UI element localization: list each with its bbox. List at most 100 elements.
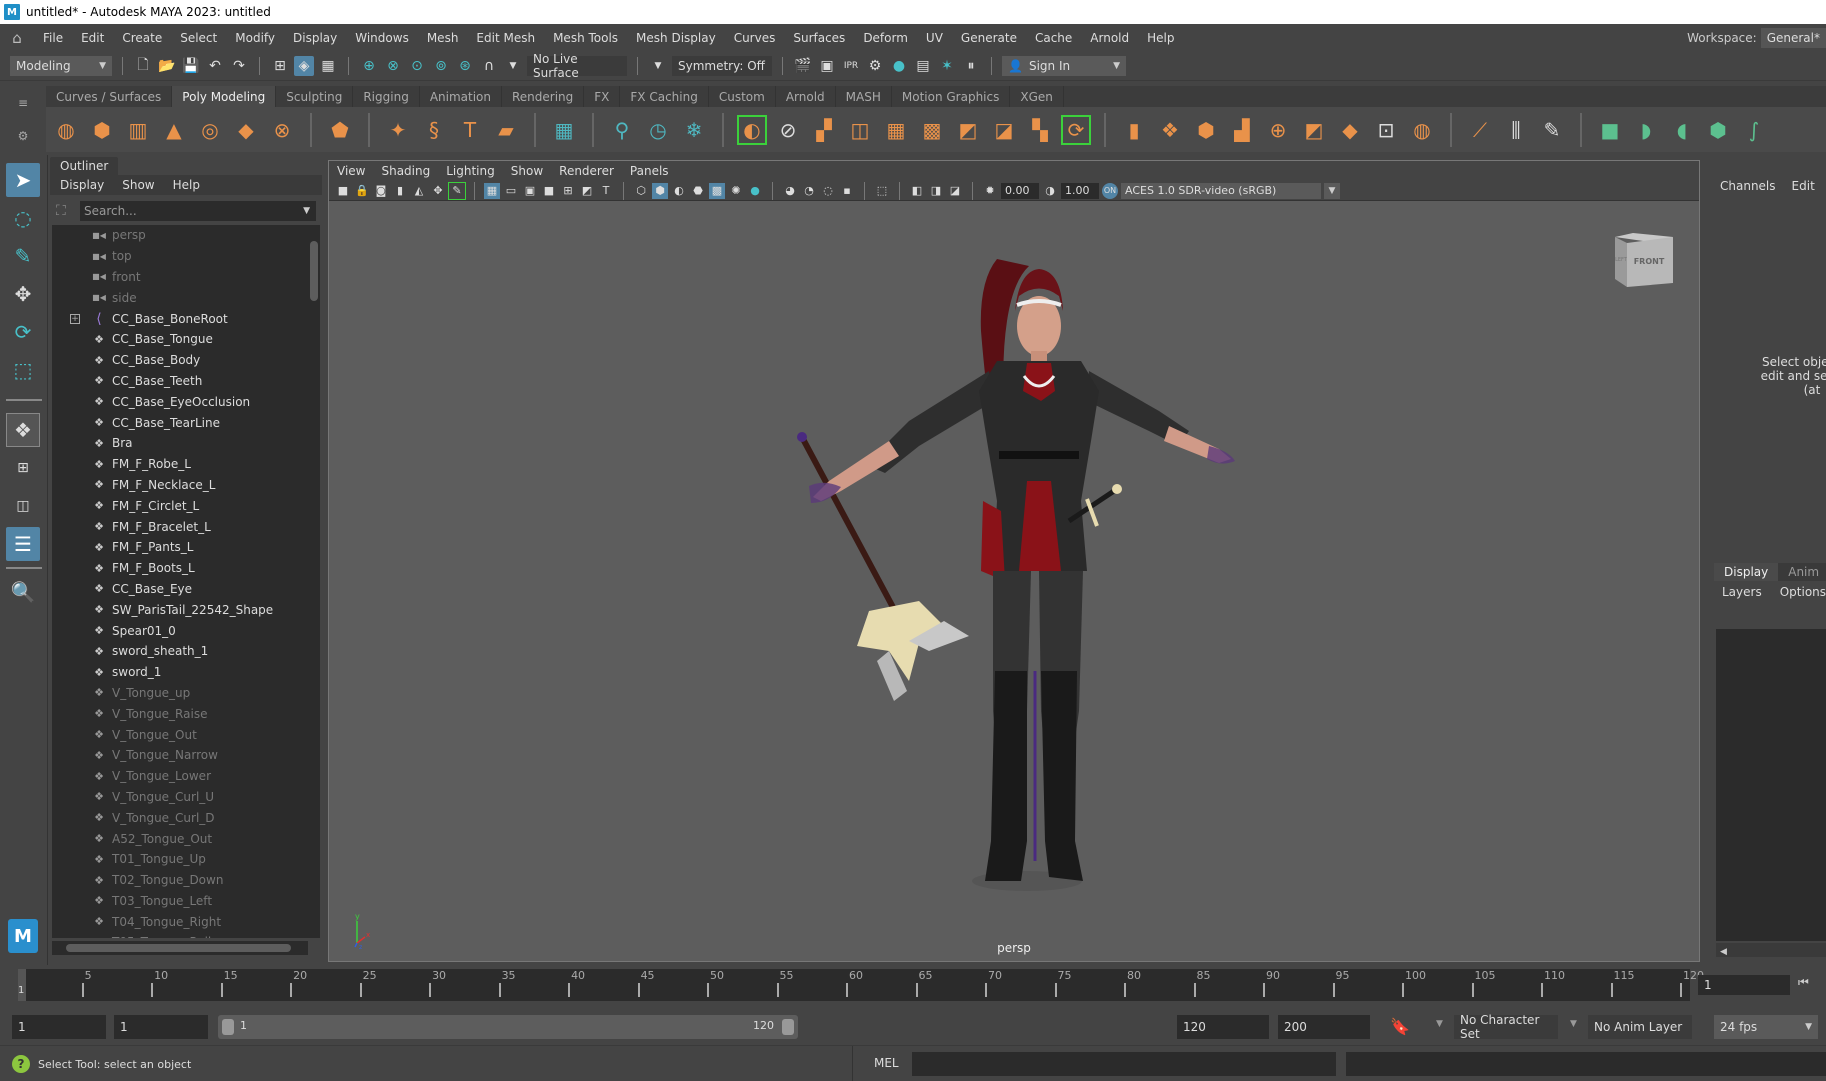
range-slider[interactable]: 1 120 bbox=[218, 1015, 798, 1039]
isolate-select-icon[interactable]: ⬚ bbox=[874, 183, 890, 199]
character-model[interactable] bbox=[769, 241, 1289, 911]
snap-to-view-plane-icon[interactable]: ⊚ bbox=[431, 56, 451, 76]
outliner-search-input[interactable]: Search... ▼ bbox=[80, 201, 316, 221]
layer-list-scrollbar[interactable]: ◀ bbox=[1716, 943, 1826, 957]
use-all-lights-icon[interactable]: ✺ bbox=[728, 183, 744, 199]
current-frame-field[interactable]: 1 bbox=[1698, 975, 1790, 995]
anti-aliasing-icon[interactable]: ◌ bbox=[820, 183, 836, 199]
ipr-render-icon[interactable]: IPR bbox=[841, 56, 861, 76]
tab-anim[interactable]: Anim bbox=[1778, 563, 1826, 581]
poly-helix-icon[interactable]: § bbox=[420, 116, 448, 144]
grid-icon[interactable]: ▦ bbox=[484, 182, 500, 199]
field-chart-icon[interactable]: ⊞ bbox=[560, 183, 576, 199]
measure-tool-icon[interactable]: ⚲ bbox=[608, 116, 636, 144]
viewport-menu-lighting[interactable]: Lighting bbox=[446, 164, 495, 178]
shelf-tab-fx-caching[interactable]: FX Caching bbox=[620, 86, 709, 107]
exposure-icon[interactable]: ✹ bbox=[982, 183, 998, 199]
outliner-item[interactable]: ❖ A52_Tongue_Out bbox=[52, 828, 308, 849]
four-view-layout-icon[interactable]: ⊞ bbox=[6, 451, 40, 485]
scroll-thumb[interactable] bbox=[310, 241, 318, 301]
chevron-down-icon[interactable]: ▼ bbox=[1324, 182, 1340, 199]
viewport-menu-view[interactable]: View bbox=[337, 164, 365, 178]
append-icon[interactable]: ▚ bbox=[1026, 116, 1054, 144]
snap-to-grid-icon[interactable]: ⊕ bbox=[359, 56, 379, 76]
fill-hole-icon[interactable]: ◪ bbox=[990, 116, 1018, 144]
bevel-grid-icon[interactable]: ▦ bbox=[550, 116, 578, 144]
shelf-tab-xgen[interactable]: XGen bbox=[1010, 86, 1064, 107]
outliner-item[interactable]: ❖ CC_Base_TearLine bbox=[52, 412, 308, 433]
current-time-indicator[interactable]: 1 bbox=[18, 969, 26, 1001]
textured-icon[interactable]: ▩ bbox=[709, 182, 725, 199]
magnet-icon[interactable]: ∩ bbox=[479, 56, 499, 76]
menu-windows[interactable]: Windows bbox=[346, 31, 418, 45]
scale-tool-icon[interactable]: ⬚ bbox=[6, 353, 40, 387]
auto-key-bookmark-icon[interactable]: 🔖 bbox=[1390, 1017, 1410, 1036]
scroll-thumb[interactable] bbox=[66, 944, 291, 952]
color-management-toggle-icon[interactable]: ON bbox=[1102, 182, 1118, 199]
poke-icon[interactable]: ◩ bbox=[1300, 116, 1328, 144]
menu-mesh-display[interactable]: Mesh Display bbox=[627, 31, 725, 45]
chamfer-icon[interactable]: ⊡ bbox=[1372, 116, 1400, 144]
scene-start-field[interactable]: 1 bbox=[12, 1015, 106, 1039]
shelf-settings-icon[interactable]: ⚙ bbox=[18, 129, 29, 143]
menu-uv[interactable]: UV bbox=[917, 31, 952, 45]
outliner-item[interactable]: ❖ T02_Tongue_Down bbox=[52, 870, 308, 891]
hypershade-icon[interactable]: ● bbox=[889, 56, 909, 76]
outliner-item[interactable]: ■◀ front bbox=[52, 267, 308, 288]
render-current-frame-icon[interactable]: ▣ bbox=[817, 56, 837, 76]
bevel-icon[interactable]: ⬢ bbox=[1192, 116, 1220, 144]
menu-mesh[interactable]: Mesh bbox=[418, 31, 468, 45]
command-language-toggle[interactable]: MEL bbox=[874, 1056, 899, 1070]
live-surface-field[interactable]: No Live Surface bbox=[527, 52, 627, 80]
outliner-item[interactable]: + ⟨ CC_Base_BoneRoot bbox=[52, 308, 308, 329]
outliner-item[interactable]: ❖ CC_Base_EyeOcclusion bbox=[52, 391, 308, 412]
menu-display[interactable]: Display bbox=[284, 31, 346, 45]
camera-attributes-icon[interactable]: ◙ bbox=[373, 183, 389, 199]
duplicate-face-icon[interactable]: ◆ bbox=[1336, 116, 1364, 144]
snap-to-surface-icon[interactable]: ⊛ bbox=[455, 56, 475, 76]
outliner-menu-show[interactable]: Show bbox=[122, 178, 154, 192]
gate-mask-icon[interactable]: ■ bbox=[541, 183, 557, 199]
circularize-icon[interactable]: ⊕ bbox=[1264, 116, 1292, 144]
merge-icon[interactable]: ▟ bbox=[1228, 116, 1256, 144]
2d-pan-zoom-icon[interactable]: ✥ bbox=[430, 183, 446, 199]
spear-head[interactable] bbox=[857, 601, 969, 701]
collapse-icon[interactable]: ⟳ bbox=[1061, 114, 1091, 145]
poly-sphere-icon[interactable]: ◍ bbox=[52, 116, 80, 144]
expand-icon[interactable]: + bbox=[70, 313, 80, 324]
xray-joints-icon[interactable]: ◨ bbox=[928, 183, 944, 199]
insert-edge-loop-icon[interactable]: ⫼ bbox=[1502, 116, 1530, 144]
knife-icon[interactable]: ⟋ bbox=[1466, 116, 1494, 144]
multi-cut-icon[interactable]: ◍ bbox=[1408, 116, 1436, 144]
shelf-tab-curves-surfaces[interactable]: Curves / Surfaces bbox=[46, 86, 173, 107]
playback-end-field[interactable]: 120 bbox=[1177, 1015, 1269, 1039]
sign-in-dropdown[interactable]: 👤 Sign In ▼ bbox=[1002, 56, 1126, 76]
paint-select-tool-icon[interactable]: ✎ bbox=[6, 239, 40, 273]
outliner-item[interactable]: ❖ CC_Base_Eye bbox=[52, 579, 308, 600]
exposure-field[interactable]: 0.00 bbox=[1001, 182, 1039, 199]
shelf-tab-poly-modeling[interactable]: Poly Modeling bbox=[172, 86, 277, 107]
lock-camera-icon[interactable]: 🔒 bbox=[354, 183, 370, 199]
menu-deform[interactable]: Deform bbox=[854, 31, 917, 45]
outliner-item[interactable]: ❖ Bra bbox=[52, 433, 308, 454]
timeline-bar[interactable]: 1 5 10 15 20 25 30 35 40 45 50 55 60 65 70 75 80 85 90 95 1… bbox=[18, 969, 1704, 1001]
channel-menu-channels[interactable]: Channels bbox=[1720, 179, 1776, 193]
menu-modify[interactable]: Modify bbox=[226, 31, 284, 45]
menu-arnold[interactable]: Arnold bbox=[1081, 31, 1138, 45]
workspace-value[interactable]: General* bbox=[1760, 28, 1826, 48]
outliner-item[interactable]: ❖ V_Tongue_Lower bbox=[52, 766, 308, 787]
rotate-tool-icon[interactable]: ⟳ bbox=[6, 315, 40, 349]
outliner-item[interactable]: ❖ CC_Base_Teeth bbox=[52, 371, 308, 392]
outliner-menu-help[interactable]: Help bbox=[173, 178, 200, 192]
outliner-item[interactable]: ❖ CC_Base_Tongue bbox=[52, 329, 308, 350]
bridge-edges-icon[interactable]: ❖ bbox=[1156, 116, 1184, 144]
menu-generate[interactable]: Generate bbox=[952, 31, 1026, 45]
outliner-item[interactable]: ❖ V_Tongue_up bbox=[52, 683, 308, 704]
snap-to-curve-icon[interactable]: ⊗ bbox=[383, 56, 403, 76]
single-perspective-view-icon[interactable]: ❖ bbox=[6, 413, 40, 447]
outliner-item[interactable]: ❖ V_Tongue_Curl_U bbox=[52, 787, 308, 808]
svg-tool-icon[interactable]: ▰ bbox=[492, 116, 520, 144]
outliner-menu-display[interactable]: Display bbox=[60, 178, 104, 192]
outliner-item[interactable]: ■◀ persp bbox=[52, 225, 308, 246]
new-scene-icon[interactable]: 🗋 bbox=[133, 56, 153, 76]
